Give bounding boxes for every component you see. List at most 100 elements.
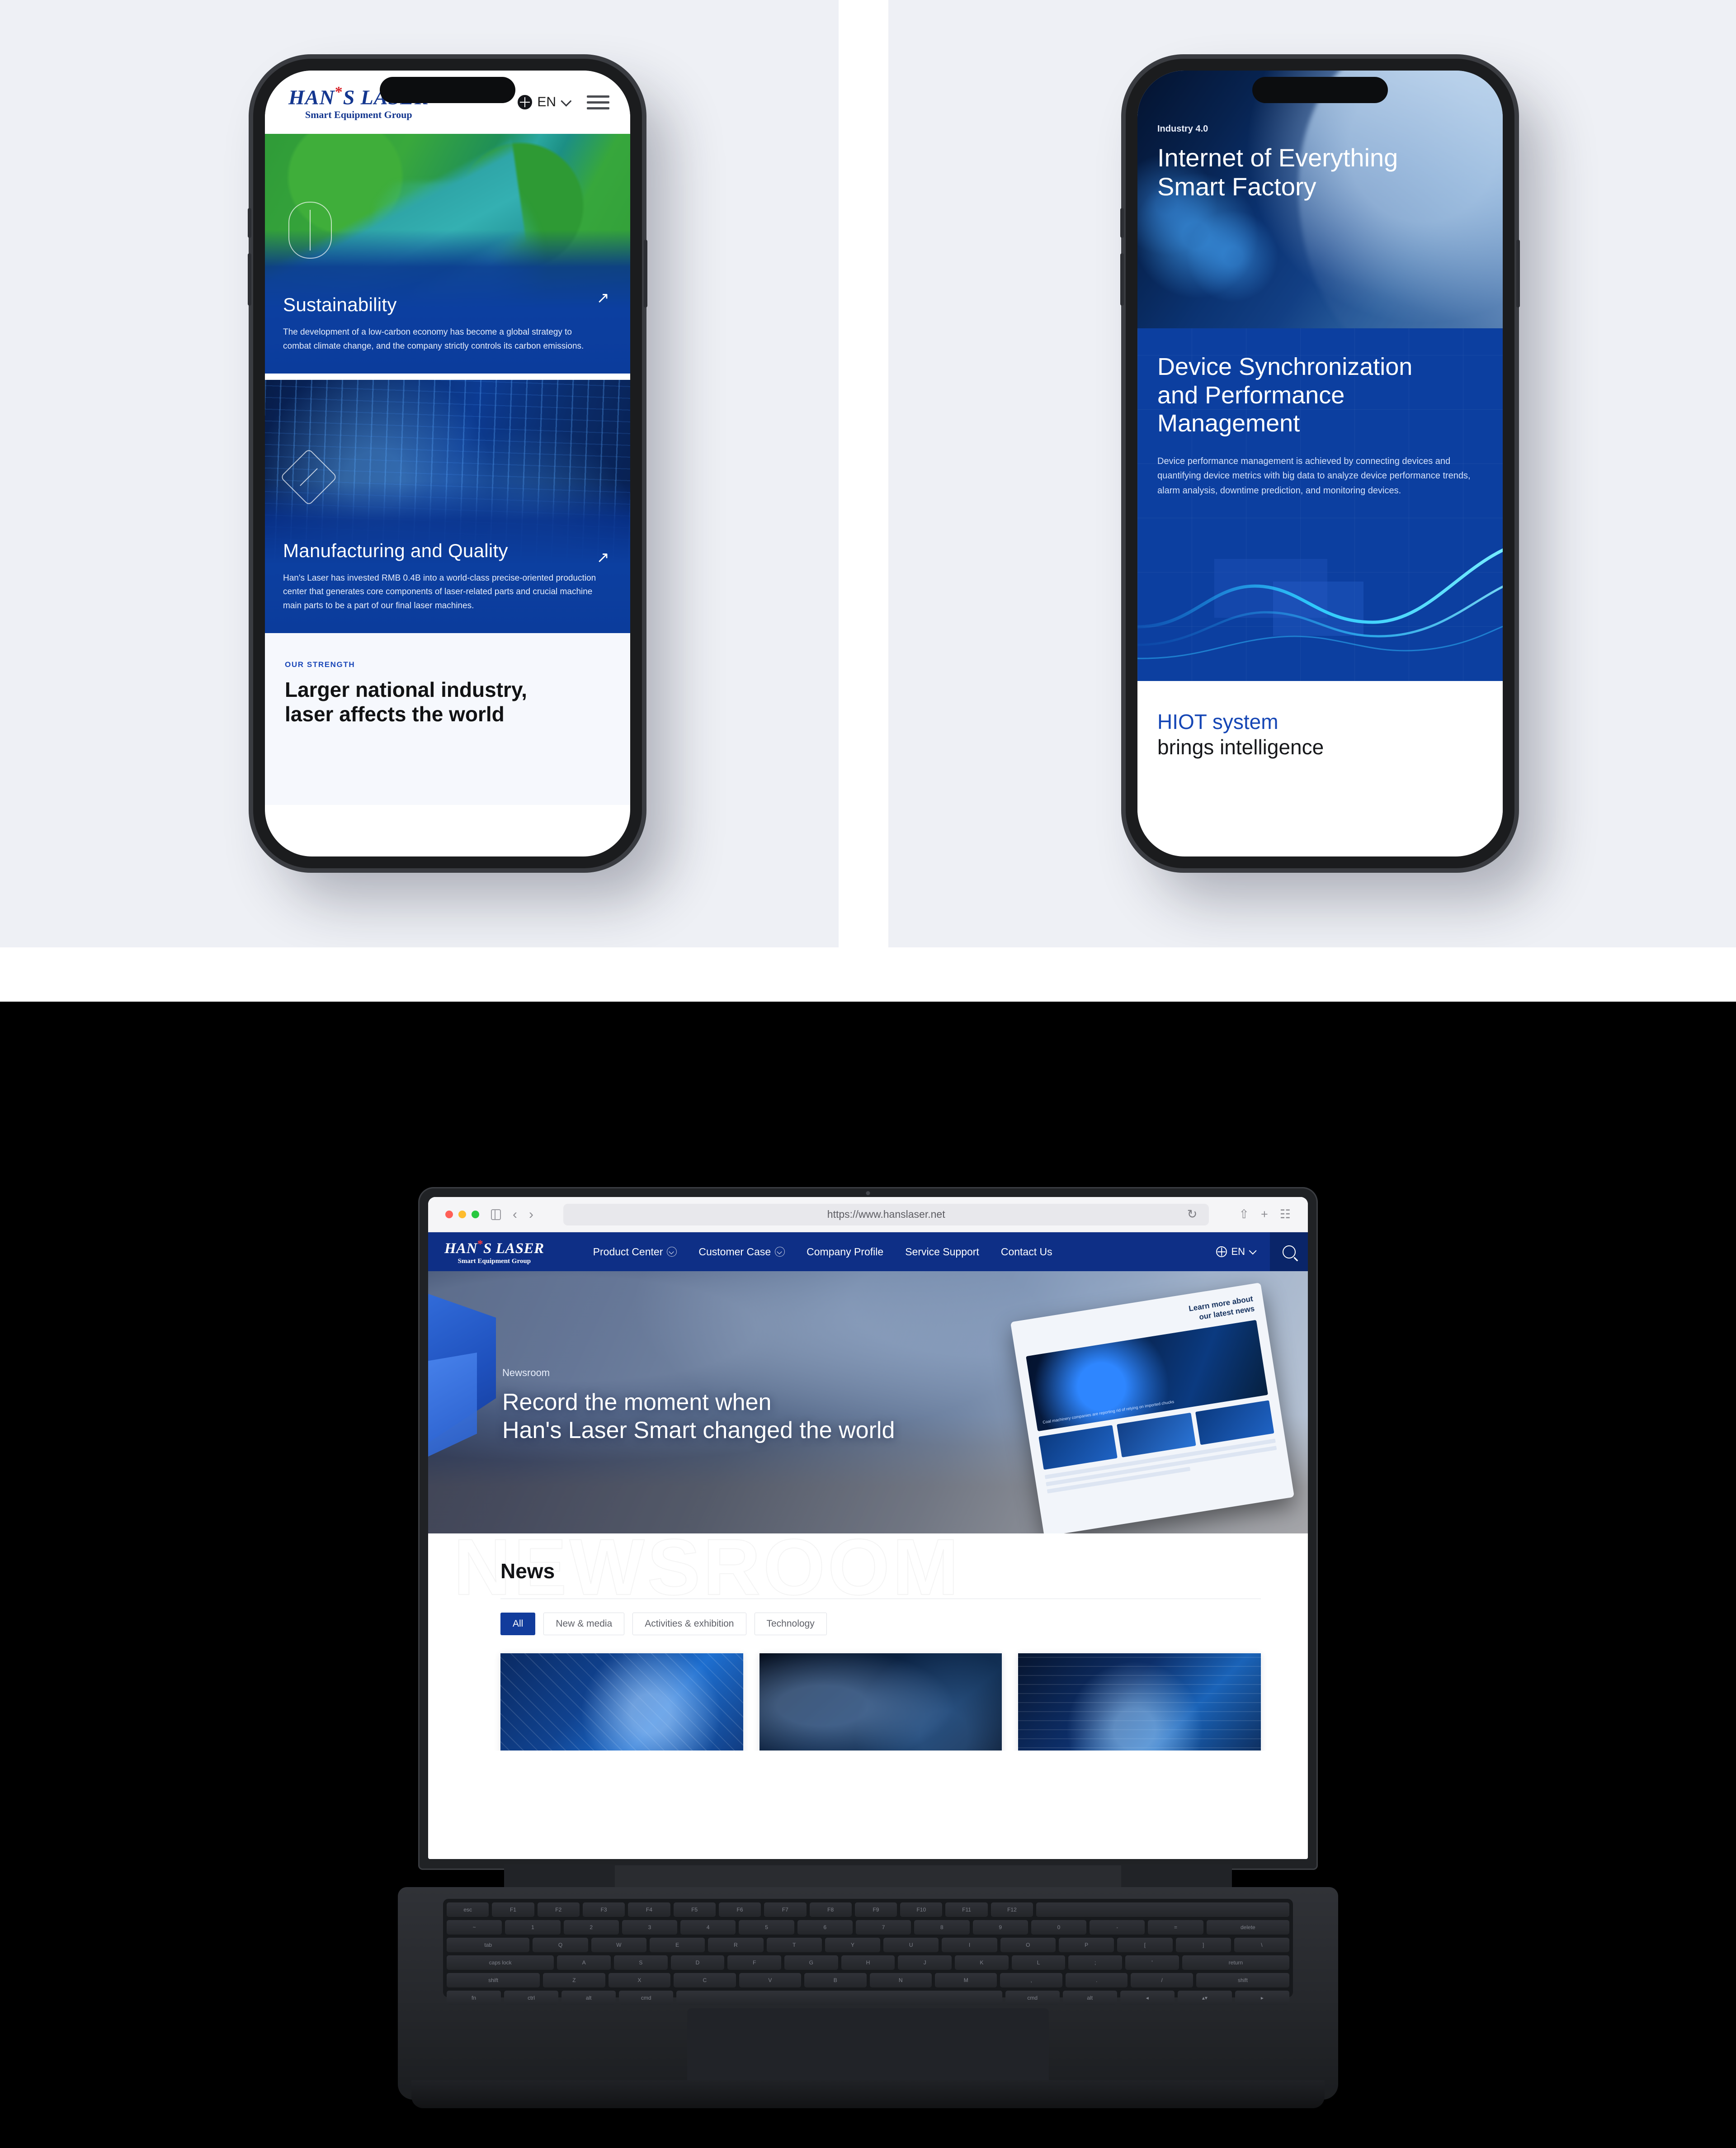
keyboard-key[interactable]: G xyxy=(784,1955,838,1970)
keyboard-key[interactable]: 9 xyxy=(972,1920,1028,1935)
keyboard-key[interactable]: ' xyxy=(1125,1955,1179,1970)
plus-icon[interactable]: + xyxy=(1261,1207,1268,1221)
nav-item-service-support[interactable]: Service Support xyxy=(905,1246,979,1258)
keyboard-key[interactable]: A xyxy=(557,1955,611,1970)
keyboard-key[interactable]: 1 xyxy=(505,1920,561,1935)
keyboard-key[interactable]: F10 xyxy=(900,1902,943,1917)
keyboard-key[interactable]: S xyxy=(614,1955,668,1970)
keyboard-key[interactable]: \ xyxy=(1234,1938,1290,1952)
hamburger-menu-icon[interactable] xyxy=(587,95,609,109)
keyboard-key[interactable]: F3 xyxy=(582,1902,625,1917)
keyboard-key[interactable]: 0 xyxy=(1031,1920,1087,1935)
keyboard-key[interactable]: / xyxy=(1131,1973,1193,1987)
keyboard-key[interactable]: tab xyxy=(447,1938,530,1952)
keyboard-key[interactable]: fn xyxy=(447,1991,501,2005)
keyboard-key[interactable]: M xyxy=(935,1973,997,1987)
address-bar[interactable]: https://www.hanslaser.net ↻ xyxy=(563,1203,1209,1225)
keyboard-key[interactable]: E xyxy=(649,1938,705,1952)
window-controls[interactable] xyxy=(445,1211,479,1218)
tab-activities-and-exhibition[interactable]: Activities & exhibition xyxy=(632,1613,746,1635)
keyboard-key[interactable]: cmd xyxy=(619,1991,674,2005)
reload-icon[interactable]: ↻ xyxy=(1187,1207,1198,1221)
keyboard-key[interactable]: J xyxy=(898,1955,952,1970)
keyboard-key[interactable]: ◂ xyxy=(1120,1991,1175,2005)
tab-new-and-media[interactable]: New & media xyxy=(543,1613,625,1635)
keyboard-key[interactable]: - xyxy=(1090,1920,1145,1935)
keyboard-key[interactable]: L xyxy=(1011,1955,1066,1970)
keyboard-key[interactable]: return xyxy=(1182,1955,1290,1970)
tab-all[interactable]: All xyxy=(500,1613,536,1635)
keyboard-key[interactable]: 7 xyxy=(855,1920,911,1935)
keyboard-key[interactable]: alt xyxy=(561,1991,616,2005)
keyboard-key[interactable]: D xyxy=(670,1955,725,1970)
keyboard-key[interactable]: ] xyxy=(1175,1938,1231,1952)
keyboard-key[interactable]: F6 xyxy=(718,1902,761,1917)
nav-item-company-profile[interactable]: Company Profile xyxy=(807,1246,883,1258)
keyboard-key[interactable]: ctrl xyxy=(504,1991,559,2005)
hans-laser-logo[interactable]: HAN*S LASER Smart Equipment Group xyxy=(444,1239,544,1265)
keyboard-key[interactable]: F11 xyxy=(945,1902,988,1917)
keyboard-key[interactable]: U xyxy=(883,1938,939,1952)
keyboard-key[interactable]: Q xyxy=(533,1938,588,1952)
keyboard-key[interactable]: H xyxy=(841,1955,895,1970)
keyboard-key[interactable]: R xyxy=(708,1938,764,1952)
phone-two-power-button[interactable] xyxy=(1516,240,1520,308)
keyboard-key[interactable]: esc xyxy=(447,1902,489,1917)
keyboard-key[interactable]: 3 xyxy=(622,1920,678,1935)
keyboard-key[interactable]: N xyxy=(869,1973,932,1987)
keyboard-key[interactable]: [ xyxy=(1117,1938,1173,1952)
keyboard-key[interactable]: F5 xyxy=(673,1902,716,1917)
keyboard-key[interactable]: ~ xyxy=(447,1920,502,1935)
keyboard-key[interactable]: delete xyxy=(1206,1920,1290,1935)
keyboard-key[interactable]: ▴▾ xyxy=(1177,1991,1232,2005)
keyboard-key[interactable]: B xyxy=(804,1973,867,1987)
keyboard-key[interactable]: I xyxy=(942,1938,997,1952)
keyboard-key[interactable]: O xyxy=(1000,1938,1056,1952)
keyboard-key[interactable]: alt xyxy=(1062,1991,1117,2005)
phone-two-volume-up-button[interactable] xyxy=(1120,208,1124,238)
keyboard-key[interactable]: C xyxy=(674,1973,736,1987)
keyboard-key[interactable]: , xyxy=(1000,1973,1062,1987)
keyboard-key[interactable]: T xyxy=(766,1938,822,1952)
tab-technology[interactable]: Technology xyxy=(754,1613,827,1635)
keyboard-keys[interactable]: esc F1 F2 F3 F4 F5 F6 F7 F8 F9 F10 F11 F12 ~1 2 3 4 5 6 7 8 9… xyxy=(443,1899,1293,2005)
chevron-left-icon[interactable]: ‹ xyxy=(513,1207,517,1221)
keyboard-key[interactable]: F12 xyxy=(991,1902,1033,1917)
keyboard-key[interactable]: W xyxy=(591,1938,646,1952)
keyboard-key[interactable]: shift xyxy=(447,1973,540,1987)
chevron-right-icon[interactable]: › xyxy=(529,1207,533,1221)
news-card-featured[interactable]: 2023.04.14 The innovative double-sided c… xyxy=(759,1653,1002,1751)
keyboard-key[interactable]: F4 xyxy=(628,1902,670,1917)
keyboard-key[interactable]: 2 xyxy=(563,1920,619,1935)
language-selector[interactable]: EN xyxy=(1216,1246,1257,1258)
news-card[interactable]: 2023.04.19 Selected as the second batch … xyxy=(500,1653,743,1751)
phone-one-power-button[interactable] xyxy=(644,240,647,308)
nav-item-product-center[interactable]: Product Center xyxy=(593,1246,677,1258)
search-button[interactable] xyxy=(1270,1232,1308,1271)
keyboard-key[interactable]: 8 xyxy=(914,1920,970,1935)
keyboard-key[interactable]: F xyxy=(727,1955,782,1970)
keyboard-key[interactable]: Y xyxy=(825,1938,881,1952)
keyboard-key[interactable]: F1 xyxy=(492,1902,534,1917)
keyboard-key[interactable]: cmd xyxy=(1005,1991,1060,2005)
keyboard-key[interactable]: 6 xyxy=(797,1920,853,1935)
keyboard-key[interactable]: V xyxy=(739,1973,802,1987)
sidebar-toggle-icon[interactable] xyxy=(491,1209,501,1220)
card-sustainability[interactable]: ↗ Sustainability The development of a lo… xyxy=(265,134,630,374)
keyboard-key[interactable]: P xyxy=(1058,1938,1114,1952)
minimize-window-button[interactable] xyxy=(458,1211,466,1218)
keyboard-key[interactable]: ▸ xyxy=(1235,1991,1289,2005)
keyboard-key[interactable]: caps lock xyxy=(447,1955,554,1970)
keyboard-key[interactable]: 4 xyxy=(680,1920,736,1935)
phone-one-volume-down-button[interactable] xyxy=(248,253,251,306)
keyboard-key[interactable]: F8 xyxy=(809,1902,852,1917)
keyboard-key[interactable] xyxy=(676,1991,1002,2005)
keyboard-key[interactable] xyxy=(1036,1902,1289,1917)
close-window-button[interactable] xyxy=(445,1211,453,1218)
tab-overview-icon[interactable]: ☷ xyxy=(1280,1207,1291,1221)
language-selector[interactable]: EN xyxy=(518,95,572,110)
nav-item-customer-case[interactable]: Customer Case xyxy=(698,1246,785,1258)
card-manufacturing-quality[interactable]: ↗ Manufacturing and Quality Han's Laser … xyxy=(265,380,630,633)
keyboard-key[interactable]: F9 xyxy=(854,1902,897,1917)
keyboard-key[interactable]: 5 xyxy=(739,1920,794,1935)
